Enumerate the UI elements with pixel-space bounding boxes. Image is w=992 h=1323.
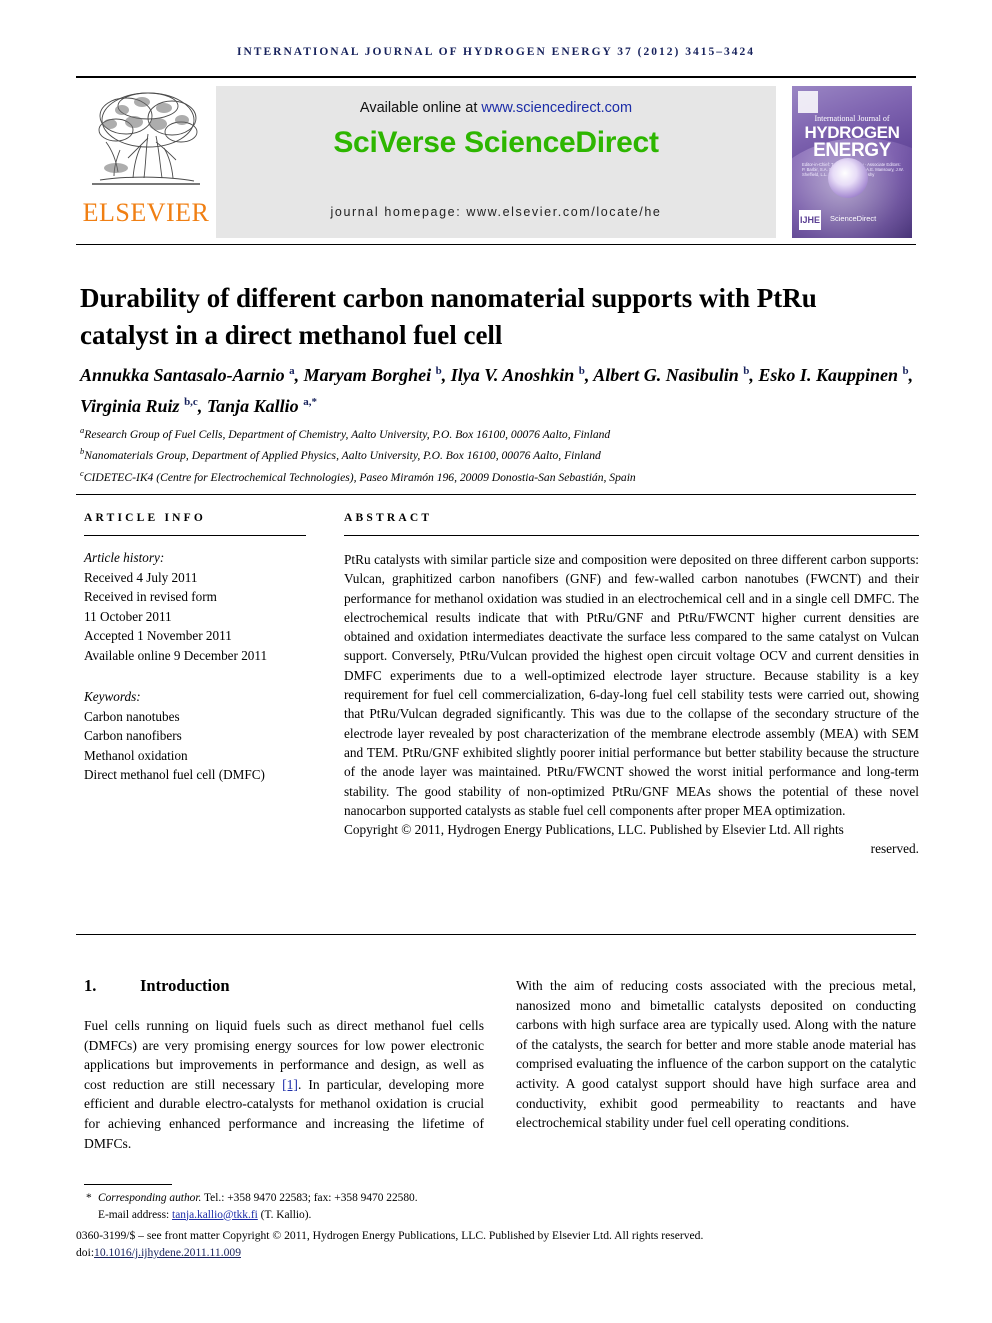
- footnote-rule: [84, 1184, 172, 1185]
- journal-cover-thumbnail: International Journal of HYDROGEN ENERGY…: [792, 86, 912, 238]
- section-title: Introduction: [140, 976, 230, 995]
- article-info-column: Article info Article history: Received 4…: [84, 512, 314, 785]
- article-history-block: Article history: Received 4 July 2011 Rec…: [84, 548, 314, 665]
- elsevier-wordmark: ELSEVIER: [82, 198, 210, 227]
- corresponding-author-label: Corresponding author.: [98, 1192, 202, 1204]
- sciencedirect-banner: Available online at www.sciencedirect.co…: [216, 86, 776, 238]
- keyword-item: Methanol oxidation: [84, 747, 188, 763]
- affiliation-text: Nanomaterials Group, Department of Appli…: [84, 449, 601, 463]
- corresponding-author-star: *: [86, 1192, 92, 1204]
- affiliation-text: Research Group of Fuel Cells, Department…: [84, 427, 611, 441]
- corresponding-author-contact: Tel.: +358 9470 22583; fax: +358 9470 22…: [201, 1192, 418, 1204]
- intro-paragraph-right: With the aim of reducing costs associate…: [516, 978, 916, 1131]
- available-online-text: Available online at www.sciencedirect.co…: [216, 100, 776, 116]
- affiliation-item: cCIDETEC-IK4 (Centre for Electrochemical…: [80, 465, 930, 486]
- author-list: Annukka Santasalo-Aarnio a, Maryam Borgh…: [80, 365, 914, 416]
- running-head: INTERNATIONAL JOURNAL OF HYDROGEN ENERGY…: [237, 46, 755, 58]
- paper-first-page: INTERNATIONAL JOURNAL OF HYDROGEN ENERGY…: [0, 0, 992, 1323]
- article-info-rule: [84, 535, 306, 536]
- issn-doi-block: 0360-3199/$ – see front matter Copyright…: [76, 1227, 926, 1261]
- doi-line: doi:10.1016/j.ijhydene.2011.11.009: [76, 1244, 926, 1261]
- article-info-heading: Article info: [84, 512, 207, 524]
- email-line: E-mail address: tanja.kallio@tkk.fi (T. …: [84, 1207, 924, 1224]
- doi-link[interactable]: 10.1016/j.ijhydene.2011.11.009: [94, 1246, 241, 1259]
- email-suffix: (T. Kallio).: [257, 1208, 312, 1221]
- cover-elsevier-mark-icon: [798, 91, 818, 113]
- section-number: 1.: [84, 976, 97, 995]
- article-history-item: Received 4 July 2011: [84, 569, 198, 585]
- cover-journal-prefix: International Journal of: [814, 114, 890, 123]
- journal-homepage-text: journal homepage: www.elsevier.com/locat…: [330, 205, 662, 219]
- body-column-right: With the aim of reducing costs associate…: [516, 976, 916, 1146]
- email-link[interactable]: tanja.kallio@tkk.fi: [172, 1209, 258, 1221]
- abstract-rule: [344, 535, 919, 536]
- issn-line: 0360-3199/$ – see front matter Copyright…: [76, 1229, 704, 1242]
- sciverse-sciencedirect-wordmark: SciVerse ScienceDirect: [333, 126, 659, 159]
- info-band-bottom-rule: [76, 934, 916, 935]
- citation-link-1[interactable]: [1]: [282, 1077, 298, 1092]
- keyword-item: Carbon nanotubes: [84, 708, 180, 724]
- elsevier-tree-icon: [86, 86, 206, 198]
- page-title: Durability of different carbon nanomater…: [80, 283, 817, 351]
- article-history-item: Received in revised form: [84, 589, 217, 604]
- intro-paragraph-left: Fuel cells running on liquid fuels such …: [84, 1016, 484, 1153]
- article-history-item: 11 October 2011: [84, 608, 172, 624]
- abstract-copyright-tail: reserved.: [870, 841, 919, 857]
- info-band-top-rule: [76, 494, 916, 495]
- sciencedirect-link[interactable]: www.sciencedirect.com: [481, 100, 632, 116]
- affiliation-text: CIDETEC-IK4 (Centre for Electrochemical …: [83, 470, 636, 484]
- available-online-prefix: Available online at: [359, 100, 482, 116]
- abstract-copyright: Copyright © 2011, Hydrogen Energy Public…: [344, 820, 919, 859]
- affiliation-list: aResearch Group of Fuel Cells, Departmen…: [80, 422, 930, 486]
- section-heading-introduction: 1. Introduction: [84, 976, 484, 996]
- abstract-body: PtRu catalysts with similar particle siz…: [344, 552, 919, 818]
- corresponding-author-line: * Corresponding author. Tel.: +358 9470 2…: [84, 1190, 924, 1207]
- affiliation-item: bNanomaterials Group, Department of Appl…: [80, 443, 930, 464]
- journal-masthead: ELSEVIER Available online at www.science…: [76, 76, 916, 245]
- article-history-item: Available online 9 December 2011: [84, 647, 268, 663]
- keyword-items: Carbon nanotubes Carbon nanofibers Methano…: [84, 707, 314, 785]
- keyword-item: Direct methanol fuel cell (DMFC): [84, 767, 265, 782]
- cover-sciencedirect-label: ScienceDirect: [830, 214, 877, 223]
- abstract-copyright-main: Copyright © 2011, Hydrogen Energy Public…: [344, 822, 844, 838]
- article-history-item: Accepted 1 November 2011: [84, 628, 232, 643]
- keywords-label: Keywords:: [84, 689, 141, 704]
- doi-prefix: doi:: [76, 1246, 95, 1259]
- keyword-item: Carbon nanofibers: [84, 728, 182, 743]
- affiliation-item: aResearch Group of Fuel Cells, Departmen…: [80, 422, 930, 443]
- cover-orb-decoration: [828, 158, 868, 198]
- footnote-block: * Corresponding author. Tel.: +358 9470 2…: [84, 1190, 924, 1223]
- abstract-column: Abstract PtRu catalysts with similar par…: [344, 512, 919, 859]
- cover-ihe-badge: IJHE: [799, 210, 821, 230]
- article-history-label: Article history:: [84, 550, 165, 565]
- abstract-heading: Abstract: [344, 512, 433, 524]
- email-label: E-mail address:: [98, 1208, 173, 1221]
- keywords-block: Keywords: Carbon nanotubes Carbon nanofib…: [84, 687, 314, 785]
- elsevier-logo: ELSEVIER: [82, 86, 210, 238]
- body-column-left: 1. Introduction Fuel cells running on liq…: [84, 976, 484, 1167]
- article-history-items: Received 4 July 2011 Received in revised …: [84, 568, 314, 666]
